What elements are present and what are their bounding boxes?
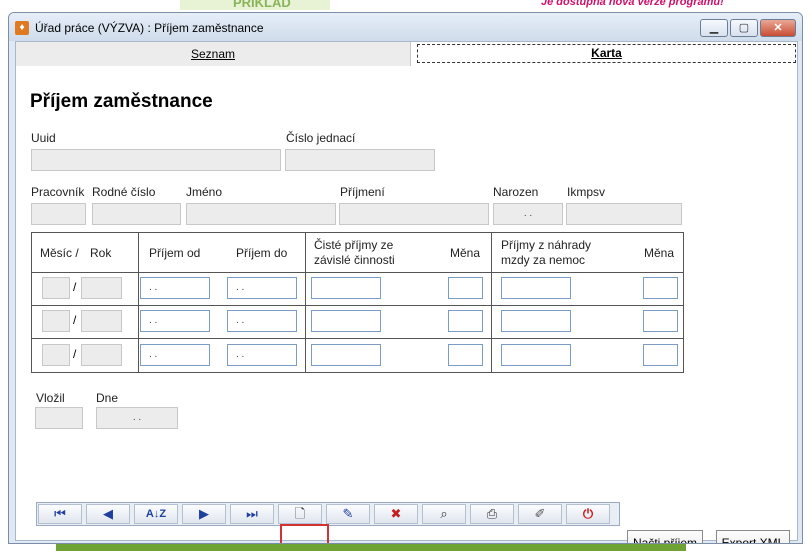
rodne-cislo-field[interactable] — [92, 203, 181, 225]
client-area: Seznam Karta Příjem zaměstnance Uuid Čís… — [15, 41, 798, 543]
minimize-button[interactable]: ▁ — [700, 19, 728, 37]
ciste-prijmy-input[interactable] — [311, 344, 381, 366]
prijmy-nahrady-input[interactable] — [501, 277, 571, 299]
narozen-label: Narozen — [493, 185, 539, 199]
grid-divider — [305, 233, 306, 372]
tab-karta[interactable]: Karta — [417, 44, 796, 63]
last-record-icon[interactable]: ⏭ — [230, 504, 274, 524]
delete-record-icon[interactable]: ✖ — [374, 504, 418, 524]
prijmy-nahrady-input[interactable] — [501, 344, 571, 366]
header-prijmy-nahrady-line2: mzdy za nemoc — [501, 253, 586, 267]
income-grid: Měsíc / Rok Příjem od Příjem do Čisté př… — [31, 232, 684, 373]
prijmeni-field[interactable] — [339, 203, 489, 225]
rok-field[interactable] — [81, 344, 122, 366]
tab-karta-label: Karta — [591, 46, 622, 60]
background-partial-word: PŘÍKLAD — [233, 0, 291, 10]
title-bar[interactable]: ♦ Úřad práce (VÝZVA) : Příjem zaměstnanc… — [9, 13, 802, 41]
grid-divider — [138, 233, 139, 372]
vlozil-label: Vložil — [36, 391, 65, 405]
month-year-separator: / — [73, 347, 77, 361]
narozen-field[interactable]: . . — [493, 203, 563, 225]
rodne-cislo-label: Rodné číslo — [92, 185, 156, 199]
jmeno-field[interactable] — [186, 203, 336, 225]
cislo-jednaci-label: Číslo jednací — [286, 131, 356, 145]
month-year-separator: / — [73, 280, 77, 294]
app-icon: ♦ — [15, 21, 29, 35]
edit-record-icon[interactable]: ✎ — [326, 504, 370, 524]
search-record-icon[interactable]: ⌕ — [422, 504, 466, 524]
rok-field[interactable] — [81, 277, 122, 299]
main-window: ♦ Úřad práce (VÝZVA) : Příjem zaměstnanc… — [8, 12, 803, 544]
sort-az-icon[interactable]: A↓Z — [134, 504, 178, 524]
mena-1-input[interactable] — [448, 344, 483, 366]
next-record-icon[interactable]: ▶ — [182, 504, 226, 524]
ciste-prijmy-input[interactable] — [311, 277, 381, 299]
grid-divider — [32, 338, 683, 339]
mena-2-input[interactable] — [643, 277, 678, 299]
ikmpsv-field[interactable] — [566, 203, 682, 225]
dne-field[interactable]: . . — [96, 407, 178, 429]
header-mena-2: Měna — [644, 246, 675, 260]
grid-divider — [32, 305, 683, 306]
prijmy-nahrady-input[interactable] — [501, 310, 571, 332]
prijem-od-input[interactable]: . . — [140, 310, 210, 332]
header-prijem-od: Příjem od — [149, 246, 201, 260]
header-mena-1: Měna — [450, 246, 481, 260]
prijem-do-input[interactable]: . . — [227, 277, 297, 299]
header-prijmy-nahrady: Příjmy z náhrady — [501, 238, 592, 252]
tab-seznam[interactable]: Seznam — [16, 42, 411, 66]
record-toolbar: ⏮ ◀ A↓Z ▶ ⏭ 🗋 ✎ ✖ ⌕ ⎙ ✐ ⏻ — [36, 502, 620, 526]
uuid-field[interactable] — [31, 149, 281, 171]
prijem-do-input[interactable]: . . — [227, 310, 297, 332]
mesic-field[interactable] — [42, 277, 70, 299]
vlozil-field[interactable] — [35, 407, 83, 429]
prijem-od-input[interactable]: . . — [140, 277, 210, 299]
print-icon[interactable]: ⎙ — [470, 504, 514, 524]
prijem-od-input[interactable]: . . — [140, 344, 210, 366]
dne-label: Dne — [96, 391, 119, 405]
header-prijem-do: Příjem do — [236, 246, 288, 260]
export-xml-button[interactable]: Export XML — [716, 530, 790, 543]
pracovnik-field[interactable] — [31, 203, 86, 225]
rok-field[interactable] — [81, 310, 122, 332]
first-record-icon[interactable]: ⏮ — [38, 504, 82, 524]
ciste-prijmy-input[interactable] — [311, 310, 381, 332]
uuid-label: Uuid — [31, 131, 56, 145]
mena-1-input[interactable] — [448, 277, 483, 299]
cislo-jednaci-field[interactable] — [285, 149, 435, 171]
month-year-separator: / — [73, 313, 77, 327]
maximize-button[interactable]: ▢ — [730, 19, 758, 37]
header-rok: Rok — [90, 246, 112, 260]
new-record-icon[interactable]: 🗋 — [278, 504, 322, 524]
exit-icon[interactable]: ⏻ — [566, 504, 610, 524]
close-button[interactable]: ✕ — [760, 19, 796, 37]
jmeno-label: Jméno — [186, 185, 223, 199]
mena-2-input[interactable] — [643, 310, 678, 332]
new-record-highlight — [280, 524, 329, 543]
header-ciste-prijmy: Čisté příjmy ze — [314, 238, 394, 252]
mesic-field[interactable] — [42, 344, 70, 366]
update-notice[interactable]: Je dostupná nová verze programu! — [541, 0, 724, 8]
mena-2-input[interactable] — [643, 344, 678, 366]
background-window-strip-bottom — [56, 543, 686, 551]
header-ciste-prijmy-line2: závislé činnosti — [314, 253, 395, 267]
mesic-field[interactable] — [42, 310, 70, 332]
mena-1-input[interactable] — [448, 310, 483, 332]
tab-seznam-label: Seznam — [190, 47, 236, 61]
pracovnik-label: Pracovník — [31, 185, 85, 199]
prijmeni-label: Příjmení — [340, 185, 385, 199]
prijem-do-input[interactable]: . . — [227, 344, 297, 366]
clear-icon[interactable]: ✐ — [518, 504, 562, 524]
previous-record-icon[interactable]: ◀ — [86, 504, 130, 524]
ikmpsv-label: Ikmpsv — [567, 185, 606, 199]
grid-divider — [32, 272, 683, 273]
grid-divider — [491, 233, 492, 372]
page-title: Příjem zaměstnance — [30, 91, 213, 112]
nacti-prijem-button[interactable]: Načti příjem — [627, 530, 703, 543]
window-title: Úřad práce (VÝZVA) : Příjem zaměstnance — [35, 21, 264, 35]
header-mesic: Měsíc / — [40, 246, 79, 260]
